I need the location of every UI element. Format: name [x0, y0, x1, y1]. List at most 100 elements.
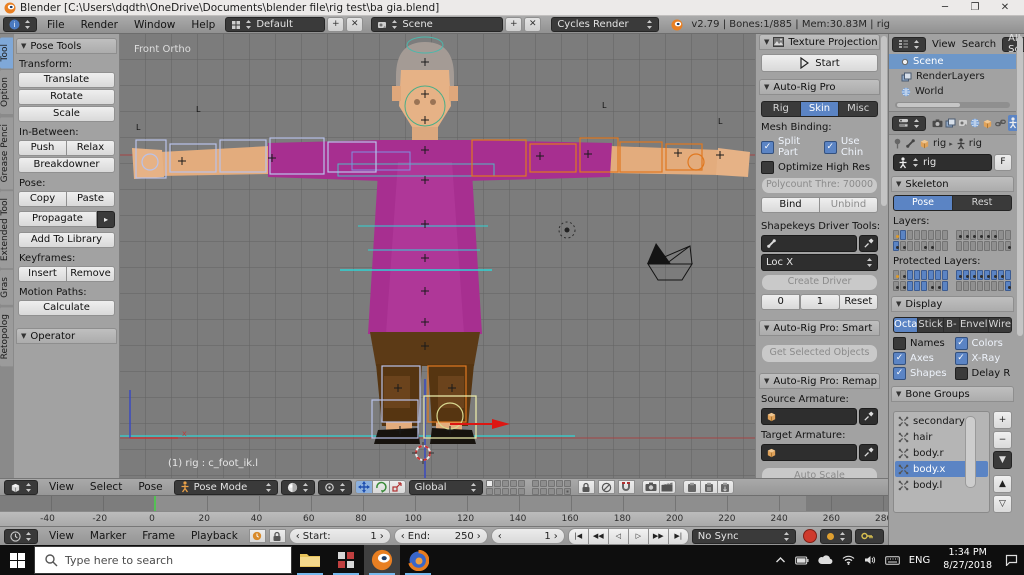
- layer-cell-2[interactable]: [970, 270, 976, 280]
- playback-button-4[interactable]: ▶▶: [647, 527, 668, 545]
- arp-remap-header[interactable]: ▼ Auto-Rig Pro: Remap: [759, 373, 880, 389]
- layer-cell-5[interactable]: [991, 230, 997, 240]
- operator-panel-header[interactable]: ▼ Operator: [16, 328, 117, 344]
- eyedropper-button[interactable]: [859, 408, 878, 425]
- propagate-button[interactable]: Propagate: [18, 211, 97, 227]
- 3d-viewport[interactable]: x L L L L Front Ortho (1) rig: c_foot_i…: [120, 34, 755, 478]
- outliner-hscrollbar[interactable]: [895, 102, 1010, 108]
- playback-button-3[interactable]: ▷: [627, 527, 648, 545]
- shelf-tab-3[interactable]: Extended Tool: [0, 190, 13, 269]
- outliner-item-world[interactable]: World: [889, 84, 1016, 99]
- tab-object[interactable]: [982, 115, 993, 131]
- view-layer-8[interactable]: [509, 487, 517, 495]
- x-ray-checkbox[interactable]: ✓: [954, 352, 968, 365]
- decrement-icon[interactable]: ‹: [401, 531, 405, 542]
- taskbar-search-input[interactable]: Type here to search: [34, 546, 292, 574]
- shelf-tab-2[interactable]: Grease Penci: [0, 116, 13, 189]
- view-layer-2[interactable]: [501, 479, 509, 487]
- use-preview-range-button[interactable]: [248, 529, 266, 543]
- taskbar-file-explorer[interactable]: [292, 545, 328, 575]
- unbind-button[interactable]: Unbind: [820, 197, 878, 213]
- layer-cell-12[interactable]: [984, 281, 990, 291]
- layer-grid-1[interactable]: [485, 479, 525, 495]
- playback-button-1[interactable]: ◀◀: [587, 527, 608, 545]
- onedrive-icon[interactable]: [818, 555, 833, 565]
- layer-cell-14[interactable]: [998, 281, 1004, 291]
- decrement-icon[interactable]: ‹: [498, 531, 502, 542]
- snap-button[interactable]: [617, 480, 635, 494]
- bind-button[interactable]: Bind: [761, 197, 820, 213]
- optimize-high-res-checkbox[interactable]: [761, 161, 774, 174]
- layer-cell-3[interactable]: [977, 270, 983, 280]
- layer-cell-10[interactable]: [970, 241, 976, 251]
- menu-1[interactable]: Render: [73, 19, 126, 31]
- view-layer-19[interactable]: [563, 487, 571, 495]
- layer-cell-3[interactable]: [914, 230, 920, 240]
- render-engine-selector[interactable]: Cycles Render: [551, 17, 660, 32]
- frame-end-field[interactable]: ‹ End: 250 ›: [393, 528, 488, 544]
- layer-cell-14[interactable]: [998, 241, 1004, 251]
- layer-cell-12[interactable]: [921, 281, 927, 291]
- add-scene-button[interactable]: +: [505, 17, 523, 32]
- remove-bone-group-button[interactable]: −: [993, 431, 1012, 449]
- layer-cell-11[interactable]: [914, 241, 920, 251]
- timeline-track[interactable]: [0, 496, 888, 511]
- active-keying-set-field[interactable]: [854, 528, 884, 544]
- minimize-button[interactable]: ─: [930, 0, 960, 15]
- layer-cell-1[interactable]: [963, 270, 969, 280]
- arp-tab-1[interactable]: Skin: [800, 102, 840, 116]
- layer-cell-6[interactable]: [998, 270, 1004, 280]
- increment-icon[interactable]: ›: [380, 531, 384, 542]
- armature-layers-left[interactable]: [893, 230, 948, 251]
- copy-pose-header-button[interactable]: [682, 480, 700, 494]
- layer-cell-7[interactable]: [942, 230, 948, 240]
- scene-selector[interactable]: Scene: [371, 17, 504, 32]
- layer-cell-7[interactable]: [942, 270, 948, 280]
- view-layer-3[interactable]: [509, 479, 517, 487]
- timeline-menu-3[interactable]: Playback: [183, 530, 246, 542]
- layer-cell-6[interactable]: [935, 270, 941, 280]
- transform-button-0[interactable]: Translate: [18, 72, 115, 88]
- pivot-selector[interactable]: [317, 479, 352, 495]
- breadcrumb-object[interactable]: rig: [933, 138, 946, 149]
- playback-button-2[interactable]: ◁: [607, 527, 628, 545]
- tab-constraints[interactable]: [995, 115, 1006, 131]
- armature-name-field[interactable]: rig: [893, 154, 992, 171]
- transform-button-2[interactable]: Scale: [18, 106, 115, 122]
- start-button[interactable]: Start: [761, 54, 878, 72]
- view-layer-17[interactable]: [547, 487, 555, 495]
- layer-cell-5[interactable]: [928, 270, 934, 280]
- view-layer-12[interactable]: [547, 479, 555, 487]
- layer-cell-9[interactable]: [900, 281, 906, 291]
- use-chin-checkbox[interactable]: ✓: [823, 140, 837, 154]
- layer-cell-1[interactable]: [963, 230, 969, 240]
- proportional-edit-button[interactable]: [597, 480, 615, 494]
- layer-cell-7[interactable]: [1005, 230, 1011, 240]
- calculate-paths-button[interactable]: Calculate: [18, 300, 115, 316]
- action-center-icon[interactable]: [1005, 554, 1018, 566]
- manipulator-translate-button[interactable]: [354, 480, 372, 494]
- layer-cell-5[interactable]: [928, 230, 934, 240]
- move-group-up-button[interactable]: ▲: [993, 475, 1012, 493]
- delete-scene-button[interactable]: ✕: [524, 17, 542, 32]
- transform-orientation-selector[interactable]: Global: [408, 479, 483, 495]
- tab-scene[interactable]: [958, 115, 968, 131]
- layer-cell-8[interactable]: [893, 241, 899, 251]
- timeline-menu-0[interactable]: View: [41, 530, 82, 542]
- tray-chevron-up-icon[interactable]: [775, 556, 786, 564]
- layer-cell-4[interactable]: [921, 270, 927, 280]
- view-layer-16[interactable]: [539, 487, 547, 495]
- layer-cell-3[interactable]: [977, 230, 983, 240]
- shapes-checkbox[interactable]: ✓: [893, 367, 906, 380]
- layer-cell-1[interactable]: [900, 270, 906, 280]
- protected-layers-right[interactable]: [956, 270, 1011, 291]
- colors-checkbox[interactable]: ✓: [954, 337, 968, 350]
- layer-cell-14[interactable]: [935, 241, 941, 251]
- target-armature-field[interactable]: [761, 444, 857, 461]
- view-layer-6[interactable]: [493, 487, 501, 495]
- layer-cell-4[interactable]: [984, 230, 990, 240]
- layer-cell-5[interactable]: [991, 270, 997, 280]
- layer-cell-15[interactable]: [942, 281, 948, 291]
- layer-cell-9[interactable]: [900, 241, 906, 251]
- viewport-shading-selector[interactable]: [280, 479, 315, 495]
